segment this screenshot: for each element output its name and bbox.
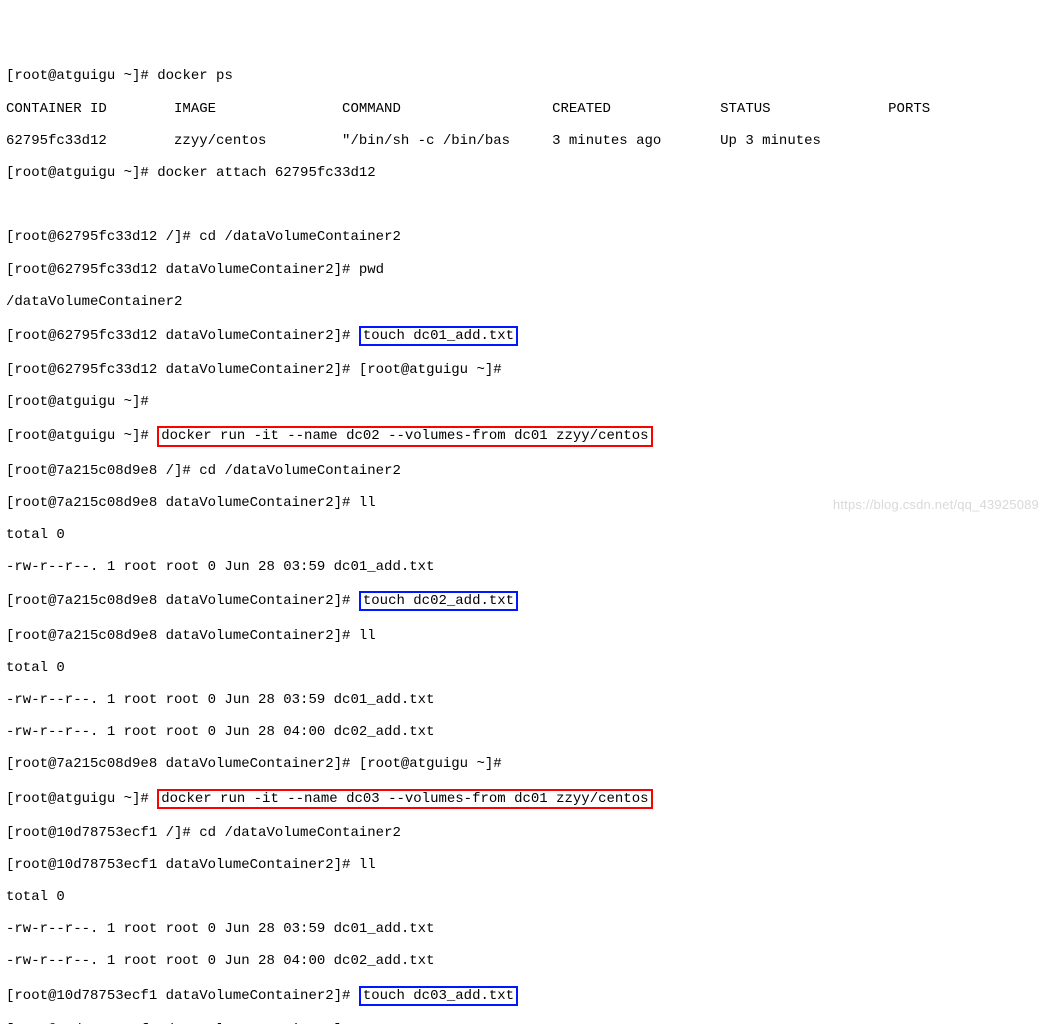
command-text: ll: [359, 628, 376, 644]
command-text: cd /dataVolumeContainer2: [199, 825, 401, 841]
terminal-line: [root@atguigu ~]#: [6, 394, 1051, 410]
highlight-run-dc03: docker run -it --name dc03 --volumes-fro…: [157, 789, 652, 809]
output-text: total 0: [6, 660, 1051, 676]
command-text: cd /dataVolumeContainer2: [199, 229, 401, 245]
terminal-line: [root@atguigu ~]# docker attach 62795fc3…: [6, 165, 1051, 181]
terminal-line: [root@atguigu ~]# docker run -it --name …: [6, 789, 1051, 809]
output-text: total 0: [6, 889, 1051, 905]
highlight-touch-dc01: touch dc01_add.txt: [359, 326, 518, 346]
shell-prompt: [root@10d78753ecf1 dataVolumeContainer2]…: [6, 1022, 359, 1024]
command-text: cd /dataVolumeContainer2: [199, 463, 401, 479]
shell-prompt-tail: [root@atguigu ~]#: [359, 756, 502, 772]
shell-prompt: [root@10d78753ecf1 dataVolumeContainer2]…: [6, 988, 359, 1004]
blank-line: [6, 197, 1051, 213]
terminal-line: [root@7a215c08d9e8 /]# cd /dataVolumeCon…: [6, 463, 1051, 479]
terminal-line: [root@10d78753ecf1 /]# cd /dataVolumeCon…: [6, 825, 1051, 841]
shell-prompt: [root@10d78753ecf1 dataVolumeContainer2]…: [6, 857, 359, 873]
shell-prompt: [root@atguigu ~]#: [6, 394, 149, 410]
command-text: pwd: [359, 262, 384, 278]
shell-prompt: [root@7a215c08d9e8 /]#: [6, 463, 199, 479]
terminal-line: [root@62795fc33d12 dataVolumeContainer2]…: [6, 362, 1051, 378]
terminal-line: [root@atguigu ~]# docker run -it --name …: [6, 426, 1051, 446]
shell-prompt-tail: [root@atguigu ~]#: [359, 362, 502, 378]
command-text: docker ps: [157, 68, 233, 84]
highlight-touch-dc02: touch dc02_add.txt: [359, 591, 518, 611]
terminal-line: [root@7a215c08d9e8 dataVolumeContainer2]…: [6, 628, 1051, 644]
output-text: -rw-r--r--. 1 root root 0 Jun 28 04:00 d…: [6, 724, 1051, 740]
shell-prompt: [root@62795fc33d12 dataVolumeContainer2]…: [6, 262, 359, 278]
shell-prompt: [root@10d78753ecf1 /]#: [6, 825, 199, 841]
terminal-line: [root@10d78753ecf1 dataVolumeContainer2]…: [6, 986, 1051, 1006]
output-text: /dataVolumeContainer2: [6, 294, 1051, 310]
highlight-run-dc02: docker run -it --name dc02 --volumes-fro…: [157, 426, 652, 446]
terminal-line: [root@62795fc33d12 dataVolumeContainer2]…: [6, 262, 1051, 278]
command-text: ll: [359, 495, 376, 511]
terminal-line: [root@atguigu ~]# docker ps: [6, 68, 1051, 84]
output-text: -rw-r--r--. 1 root root 0 Jun 28 04:00 d…: [6, 953, 1051, 969]
output-text: -rw-r--r--. 1 root root 0 Jun 28 03:59 d…: [6, 559, 1051, 575]
terminal-line: [root@7a215c08d9e8 dataVolumeContainer2]…: [6, 756, 1051, 772]
shell-prompt: [root@62795fc33d12 dataVolumeContainer2]…: [6, 328, 359, 344]
shell-prompt: [root@7a215c08d9e8 dataVolumeContainer2]…: [6, 756, 359, 772]
highlight-touch-dc03: touch dc03_add.txt: [359, 986, 518, 1006]
terminal-line: [root@7a215c08d9e8 dataVolumeContainer2]…: [6, 591, 1051, 611]
command-text: docker attach 62795fc33d12: [157, 165, 375, 181]
terminal-line: [root@10d78753ecf1 dataVolumeContainer2]…: [6, 857, 1051, 873]
output-text: -rw-r--r--. 1 root root 0 Jun 28 03:59 d…: [6, 692, 1051, 708]
command-text: ll: [359, 857, 376, 873]
output-text: -rw-r--r--. 1 root root 0 Jun 28 03:59 d…: [6, 921, 1051, 937]
shell-prompt: [root@62795fc33d12 dataVolumeContainer2]…: [6, 362, 359, 378]
shell-prompt: [root@62795fc33d12 /]#: [6, 229, 199, 245]
output-text: total 0: [6, 527, 1051, 543]
shell-prompt: [root@atguigu ~]#: [6, 791, 157, 807]
shell-prompt: [root@atguigu ~]#: [6, 165, 157, 181]
terminal-line: [root@62795fc33d12 dataVolumeContainer2]…: [6, 326, 1051, 346]
shell-prompt: [root@7a215c08d9e8 dataVolumeContainer2]…: [6, 593, 359, 609]
terminal-line: [root@10d78753ecf1 dataVolumeContainer2]…: [6, 1022, 1051, 1024]
docker-ps-header: CONTAINER ID IMAGE COMMAND CREATED STATU…: [6, 101, 1051, 117]
docker-ps-row: 62795fc33d12 zzyy/centos "/bin/sh -c /bi…: [6, 133, 1051, 149]
shell-prompt: [root@atguigu ~]#: [6, 428, 157, 444]
shell-prompt: [root@7a215c08d9e8 dataVolumeContainer2]…: [6, 628, 359, 644]
terminal-line: [root@62795fc33d12 /]# cd /dataVolumeCon…: [6, 229, 1051, 245]
shell-prompt: [root@7a215c08d9e8 dataVolumeContainer2]…: [6, 495, 359, 511]
shell-prompt: [root@atguigu ~]#: [6, 68, 157, 84]
watermark-text: https://blog.csdn.net/qq_43925089: [833, 498, 1039, 513]
